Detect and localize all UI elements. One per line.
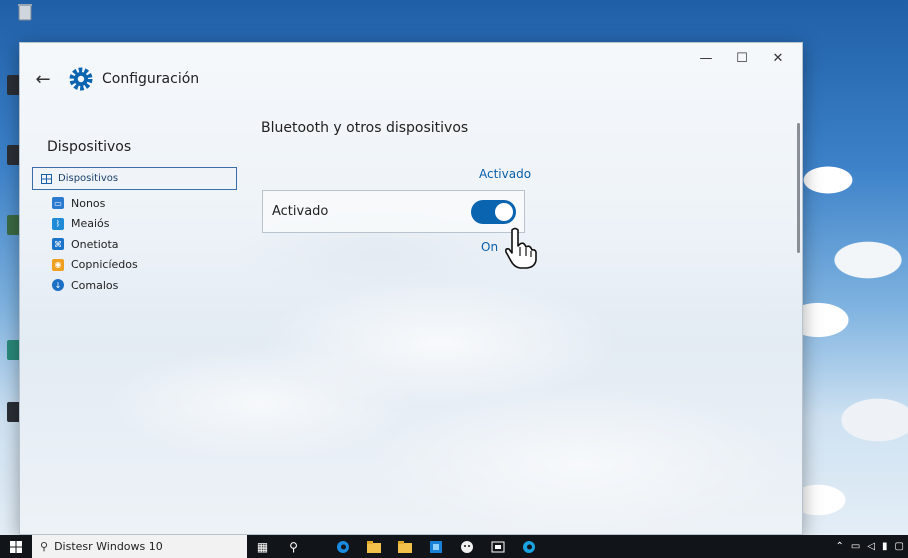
toggle-state-label: On: [481, 240, 499, 254]
nav-item-label: Dispositivos: [58, 173, 119, 184]
nav-item-label: Comalos: [71, 278, 119, 292]
status-link[interactable]: Activado: [479, 167, 531, 181]
nav-item-dispositivos[interactable]: Dispositivos: [32, 167, 237, 190]
edge-icon[interactable]: [513, 535, 544, 558]
settings-window: — ☐ ✕ ← Configuración Dispositivos Dispo…: [19, 42, 803, 535]
search-icon[interactable]: ⚲: [278, 535, 309, 558]
nav-item-label: Meaiós: [71, 217, 110, 231]
search-icon: ⚲: [40, 540, 49, 553]
nav-list: ▭ Nonos ᛒ Meaiós ⌘ Onetiota ◉ Copnicíedo…: [52, 193, 138, 296]
minimize-button[interactable]: —: [688, 47, 724, 69]
nav-item-onetiota[interactable]: ⌘ Onetiota: [52, 234, 138, 255]
task-view-icon[interactable]: ▦: [247, 535, 278, 558]
bluetooth-icon: ᛒ: [52, 217, 64, 230]
network-icon: ⌘: [52, 238, 64, 251]
file-explorer-icon[interactable]: [358, 535, 389, 558]
chevron-up-icon[interactable]: ⌃: [835, 541, 843, 552]
media-icon[interactable]: [482, 535, 513, 558]
section-title: Bluetooth y otros dispositivos: [261, 120, 469, 136]
autoplay-icon: ◉: [52, 258, 64, 271]
nav-item-copniciedos[interactable]: ◉ Copnicíedos: [52, 255, 138, 276]
nav-item-nonos[interactable]: ▭ Nonos: [52, 193, 138, 214]
display-icon: ▭: [52, 197, 64, 210]
nav-item-label: Copnicíedos: [71, 258, 138, 272]
edge-icon[interactable]: [327, 535, 358, 558]
desktop-clouds: [788, 140, 908, 535]
back-arrow-icon[interactable]: ←: [32, 69, 54, 90]
system-tray: ⌃ ▭ ◁ ▮ ▢: [835, 535, 904, 558]
folder-icon[interactable]: [389, 535, 420, 558]
window-controls: — ☐ ✕: [688, 47, 796, 69]
bluetooth-toggle-row: Activado: [262, 190, 525, 233]
download-icon: ↓: [52, 279, 64, 292]
volume-icon[interactable]: ◁: [867, 541, 875, 552]
toggle-label: Activado: [272, 204, 329, 219]
battery-icon[interactable]: ▮: [882, 541, 888, 552]
network-tray-icon[interactable]: ▭: [851, 541, 860, 552]
taskbar: ⚲ Distesr Windows 10 ▦ ⚲ ⌃ ▭ ◁ ▮ ▢: [0, 535, 908, 558]
recycle-bin-icon[interactable]: [14, 2, 36, 22]
nav-item-label: Onetiota: [71, 237, 119, 251]
store-icon[interactable]: [420, 535, 451, 558]
nav-item-label: Nonos: [71, 196, 106, 210]
search-text: Distesr Windows 10: [54, 540, 163, 553]
devices-icon: [41, 173, 52, 184]
app-title: Configuración: [102, 71, 200, 87]
nav-title: Dispositivos: [47, 139, 132, 155]
hand-cursor-icon: [505, 227, 537, 269]
windows-logo-icon: [10, 540, 22, 553]
toggle-knob: [495, 203, 513, 221]
feedback-icon[interactable]: [451, 535, 482, 558]
taskbar-search-box[interactable]: ⚲ Distesr Windows 10: [32, 535, 247, 558]
scrollbar[interactable]: [797, 123, 800, 253]
bluetooth-toggle-switch[interactable]: [471, 200, 516, 224]
maximize-button[interactable]: ☐: [724, 47, 760, 69]
close-button[interactable]: ✕: [760, 47, 796, 69]
notification-icon[interactable]: ▢: [895, 541, 904, 552]
nav-item-comalos[interactable]: ↓ Comalos: [52, 275, 138, 296]
start-button[interactable]: [0, 535, 32, 558]
gear-icon: [69, 67, 93, 91]
nav-item-meaios[interactable]: ᛒ Meaiós: [52, 214, 138, 235]
